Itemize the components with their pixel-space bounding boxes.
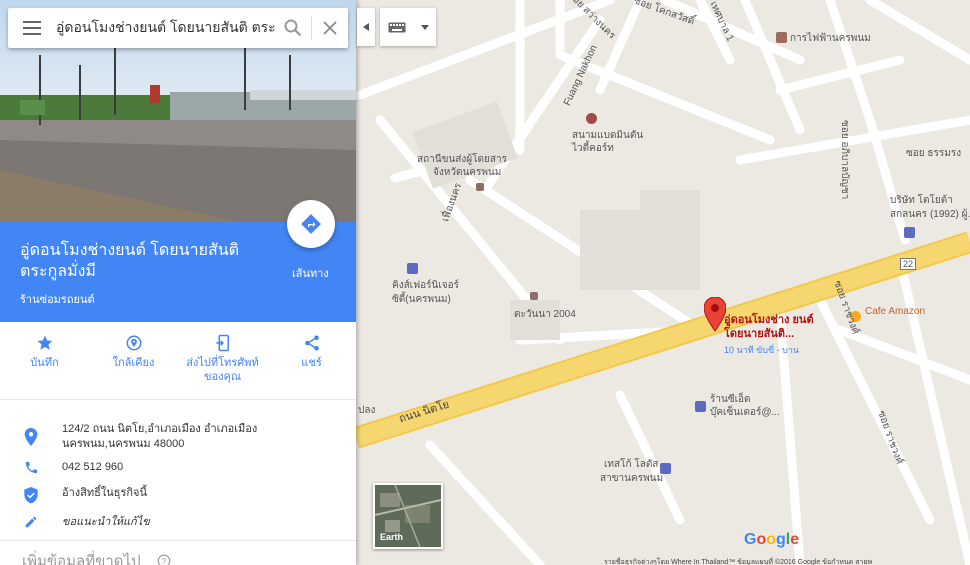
place-category[interactable]: ร้านซ่อมรถยนต์ — [20, 290, 95, 308]
search-button[interactable] — [275, 8, 311, 48]
dropdown-arrow-icon — [420, 24, 429, 30]
directions-icon — [301, 214, 321, 234]
share-label: แชร์ — [301, 357, 322, 369]
map-label-badminton-2: ไวตี้คอร์ท — [572, 143, 614, 154]
nearby-button[interactable]: ใกล้เคียง — [89, 322, 178, 399]
map-label-soi-aphibal: ซอย อภิบาลบัญชา — [839, 120, 850, 200]
verified-shield-icon — [24, 487, 38, 504]
google-logo: Google — [744, 531, 800, 548]
keyboard-icon — [388, 22, 405, 32]
map-label-kings-2: ซิตี้(นครพนม) — [392, 294, 451, 305]
add-missing-info-label: เพิ่มข้อมูลที่ขาดไป — [22, 553, 141, 565]
collapse-panel-button[interactable] — [357, 8, 375, 46]
send-to-phone-label: ส่งไปที่โทรศัพท์ของคุณ — [186, 357, 259, 383]
help-icon[interactable]: ? — [157, 554, 171, 565]
map-label-soi-thammarong: ซอย ธรรมรง — [906, 148, 962, 159]
close-icon — [323, 21, 337, 35]
transit-icon — [476, 183, 484, 191]
suggest-edit-text: ขอแนะนำให้แก้ไข — [62, 516, 150, 528]
shop-icon — [660, 463, 671, 474]
pencil-icon — [25, 516, 37, 528]
directions-button[interactable] — [287, 200, 335, 248]
map-label-tawanna: ตะวันนา 2004 — [514, 309, 576, 320]
search-box[interactable]: อู่ดอนโมงช่างยนต์ โดยนายสันติ ตระ — [8, 8, 348, 48]
map-label-cafe-amazon[interactable]: Cafe Amazon — [865, 306, 925, 317]
map-label-electricity: การไฟฟ้านครพนม — [790, 33, 871, 44]
save-label: บันทึก — [30, 357, 59, 369]
search-icon — [284, 19, 302, 37]
map-label-se-ed-2: บุ๊คเซ็นเตอร์@... — [710, 407, 780, 418]
triangle-left-icon — [363, 23, 369, 31]
government-icon — [776, 32, 787, 43]
pin-title[interactable]: อู่ดอนโมงช่าง ยนต์ โดยนายสันติ... — [724, 313, 824, 341]
phone-text: 042 512 960 — [62, 461, 124, 473]
phone-icon — [25, 461, 37, 474]
address-text: 124/2 ถนน นิตโย,อำเภอเมือง อำเภอเมืองนคร… — [62, 423, 258, 450]
pin-travel-time: 10 นาที ขับขี่ - บาน — [724, 345, 800, 355]
map-label-toyota-1: บริษัท โตโยต้า — [890, 195, 953, 206]
location-pin-icon[interactable] — [703, 296, 727, 338]
earth-label: Earth — [380, 532, 404, 542]
route-22-shield: 22 — [900, 258, 917, 270]
phone-row[interactable]: 042 512 960 — [0, 460, 356, 475]
map-label-plong: ปลง — [358, 405, 376, 416]
map-label-tesco-2: สาขานครพนม — [600, 473, 664, 484]
place-icon — [530, 292, 538, 300]
directions-label[interactable]: เส้นทาง — [292, 264, 329, 282]
search-input[interactable]: อู่ดอนโมงช่างยนต์ โดยนายสันติ ตระ — [56, 17, 275, 39]
maps-app: ซอย สว่างนคร ซอย โคกสวัสดิ์ เทศบาล 1 การ… — [0, 0, 970, 565]
send-to-phone-icon — [215, 334, 229, 352]
place-title: อู่ดอนโมงช่างยนต์ โดยนายสันติ ตระกูลมั่ง… — [20, 242, 240, 280]
nearby-label: ใกล้เคียง — [112, 357, 155, 369]
add-missing-info[interactable]: เพิ่มข้อมูลที่ขาดไป ? — [0, 540, 356, 565]
action-bar: บันทึก ใกล้เคียง ส่งไปที่โทรศัพท์ของคุณ — [0, 322, 356, 400]
map-label-toyota-2: สกลนคร (1992) ผู้... — [890, 209, 970, 220]
svg-text:?: ? — [161, 557, 166, 565]
share-button[interactable]: แชร์ — [267, 322, 356, 399]
claim-text: อ้างสิทธิ์ในธุรกิจนี้ — [62, 487, 147, 499]
share-icon — [304, 335, 319, 351]
place-panel: อู่ดอนโมงช่างยนต์ โดยนายสันติ ตระ อู่ดอน… — [0, 0, 356, 565]
save-button[interactable]: บันทึก — [0, 322, 89, 399]
input-tools-button[interactable] — [380, 8, 436, 46]
shop-icon — [407, 263, 418, 274]
map-label-transport-2: จังหวัดนครพนม — [433, 167, 502, 178]
menu-button[interactable] — [8, 8, 56, 48]
star-icon — [37, 335, 52, 350]
shop-icon — [695, 401, 706, 412]
address-row[interactable]: 124/2 ถนน นิตโย,อำเภอเมือง อำเภอเมืองนคร… — [0, 400, 356, 452]
nearby-icon — [126, 335, 141, 351]
map-label-kings-1: คิงส์เฟอร์นิเจอร์ — [392, 280, 460, 291]
map-attribution[interactable]: รายชื่อธุรกิจต่างๆโดย Where In Thailand™… — [604, 557, 872, 565]
place-info: 124/2 ถนน นิตโย,อำเภอเมือง อำเภอเมืองนคร… — [0, 400, 356, 530]
place-header: อู่ดอนโมงช่างยนต์ โดยนายสันติ ตระกูลมั่ง… — [0, 200, 356, 322]
hamburger-icon — [23, 21, 41, 35]
shop-icon — [904, 227, 915, 238]
sports-icon — [586, 113, 597, 124]
location-icon — [24, 428, 38, 446]
earth-toggle[interactable]: Earth — [373, 483, 443, 549]
claim-row[interactable]: อ้างสิทธิ์ในธุรกิจนี้ — [0, 486, 356, 504]
map-label-tesco-1: เทสโก้ โลตัส — [604, 459, 659, 470]
send-to-phone-button[interactable]: ส่งไปที่โทรศัพท์ของคุณ — [178, 322, 267, 399]
suggest-edit-row[interactable]: ขอแนะนำให้แก้ไข — [0, 515, 356, 530]
clear-search-button[interactable] — [312, 8, 348, 48]
